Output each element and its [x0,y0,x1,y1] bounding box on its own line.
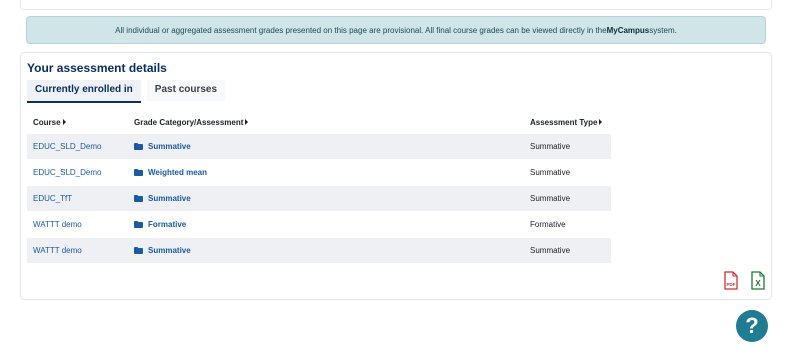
course-cell: EDUC_SLD_Demo [27,133,128,160]
category-link[interactable]: Summative [148,194,191,203]
course-link[interactable]: EDUC_SLD_Demo [33,168,101,177]
export-excel-button[interactable]: X [749,271,767,290]
course-link[interactable]: WATTT demo [33,220,82,229]
course-cell: WATTT demo [27,237,128,263]
category-cell: Summative [128,185,524,212]
category-cell: Summative [128,133,524,160]
column-header-type[interactable]: Assessment Type [524,111,611,134]
tab-past-courses[interactable]: Past courses [146,80,226,101]
pdf-label: PDF [727,282,736,287]
category-cell: Formative [128,211,524,238]
type-cell: Summative [524,237,611,263]
notice-text: All individual or aggregated assessment … [115,25,607,35]
course-link[interactable]: EDUC_TfT [33,194,72,203]
sort-caret-icon [599,119,603,126]
table-row: EDUC_SLD_Demo Summative Summative [27,133,611,160]
provisional-grades-notice: All individual or aggregated assessment … [26,16,766,44]
table-row: WATTT demo Formative Formative [27,211,611,238]
folder-icon [134,195,143,203]
category-link[interactable]: Formative [148,220,186,229]
table-header-row: Course Grade Category/Assessment Assessm… [27,111,611,134]
assessment-type: Summative [530,246,571,255]
category-link[interactable]: Summative [148,142,191,151]
notice-system-name: MyCampus [606,25,650,35]
tab-currently-enrolled[interactable]: Currently enrolled in [27,80,141,103]
column-header-label: Assessment Type [530,117,598,127]
help-button[interactable]: ? [736,310,768,342]
category-link[interactable]: Summative [148,246,191,255]
type-cell: Summative [524,159,611,186]
sort-caret-icon [62,119,66,126]
assessment-details-card: Your assessment details Currently enroll… [20,52,772,300]
folder-icon [134,247,143,255]
type-cell: Summative [524,185,611,212]
category-link[interactable]: Weighted mean [148,168,207,177]
folder-icon [134,221,143,229]
type-cell: Formative [524,211,611,238]
file-excel-icon: X [751,271,765,290]
section-title: Your assessment details [27,61,167,75]
course-cell: EDUC_TfT [27,185,128,212]
course-cell: EDUC_SLD_Demo [27,159,128,186]
export-pdf-button[interactable]: PDF [722,271,740,290]
column-header-label: Grade Category/Assessment [134,117,244,127]
question-icon: ? [745,313,759,338]
assessment-type: Formative [530,220,566,229]
category-cell: Weighted mean [128,159,524,186]
course-link[interactable]: EDUC_SLD_Demo [33,142,101,151]
assessment-table: Course Grade Category/Assessment Assessm… [27,111,611,263]
notice-text-end: system. [649,25,677,35]
category-cell: Summative [128,237,524,263]
assessment-type: Summative [530,194,571,203]
sort-caret-icon [245,119,249,126]
previous-card-edge [20,0,772,10]
column-header-course[interactable]: Course [27,111,128,134]
file-pdf-icon: PDF [724,271,738,290]
column-header-label: Course [33,117,61,127]
assessment-type: Summative [530,142,571,151]
type-cell: Summative [524,133,611,160]
folder-icon [134,143,143,151]
course-cell: WATTT demo [27,211,128,238]
assessment-type: Summative [530,168,571,177]
table-row: EDUC_SLD_Demo Weighted mean Summative [27,159,611,186]
course-link[interactable]: WATTT demo [33,246,82,255]
table-row: EDUC_TfT Summative Summative [27,185,611,212]
course-tabs: Currently enrolled in Past courses [27,80,226,103]
table-row: WATTT demo Summative Summative [27,237,611,263]
folder-icon [134,169,143,177]
column-header-category[interactable]: Grade Category/Assessment [128,111,524,134]
excel-label: X [755,279,761,288]
